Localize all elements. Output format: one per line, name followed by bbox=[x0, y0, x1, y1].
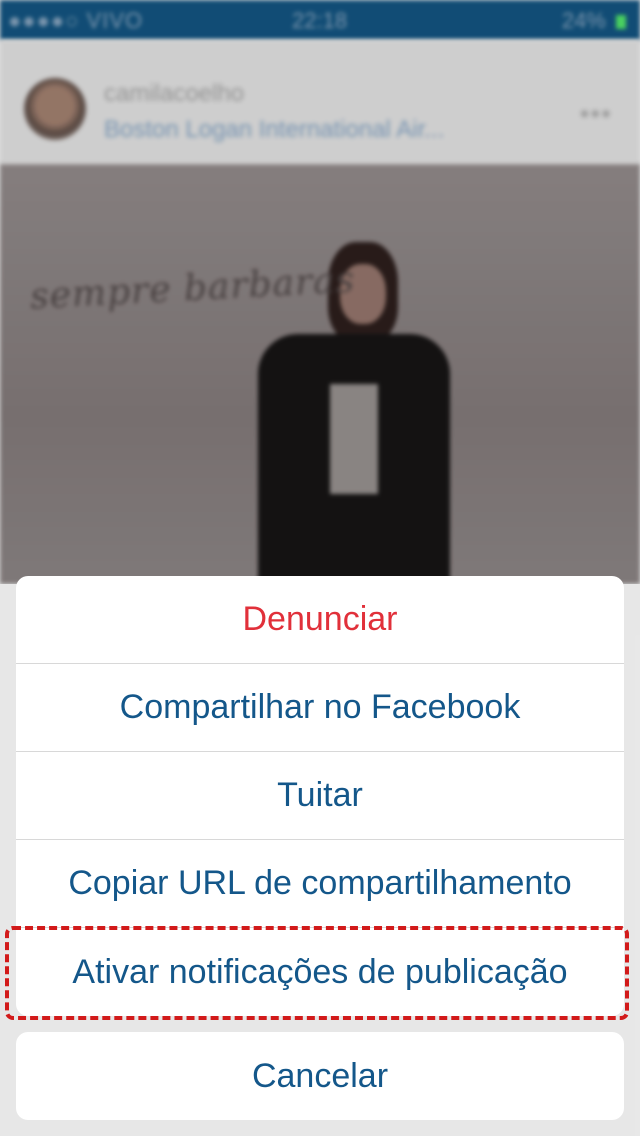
cancel-button[interactable]: Cancelar bbox=[16, 1032, 624, 1120]
copy-share-url-button[interactable]: Copiar URL de compartilhamento bbox=[16, 840, 624, 928]
share-facebook-button[interactable]: Compartilhar no Facebook bbox=[16, 664, 624, 752]
enable-post-notifications-button[interactable]: Ativar notificações de publicação bbox=[16, 928, 624, 1016]
report-button[interactable]: Denunciar bbox=[16, 576, 624, 664]
action-sheet: Denunciar Compartilhar no Facebook Tuita… bbox=[16, 576, 624, 1016]
tweet-button[interactable]: Tuitar bbox=[16, 752, 624, 840]
